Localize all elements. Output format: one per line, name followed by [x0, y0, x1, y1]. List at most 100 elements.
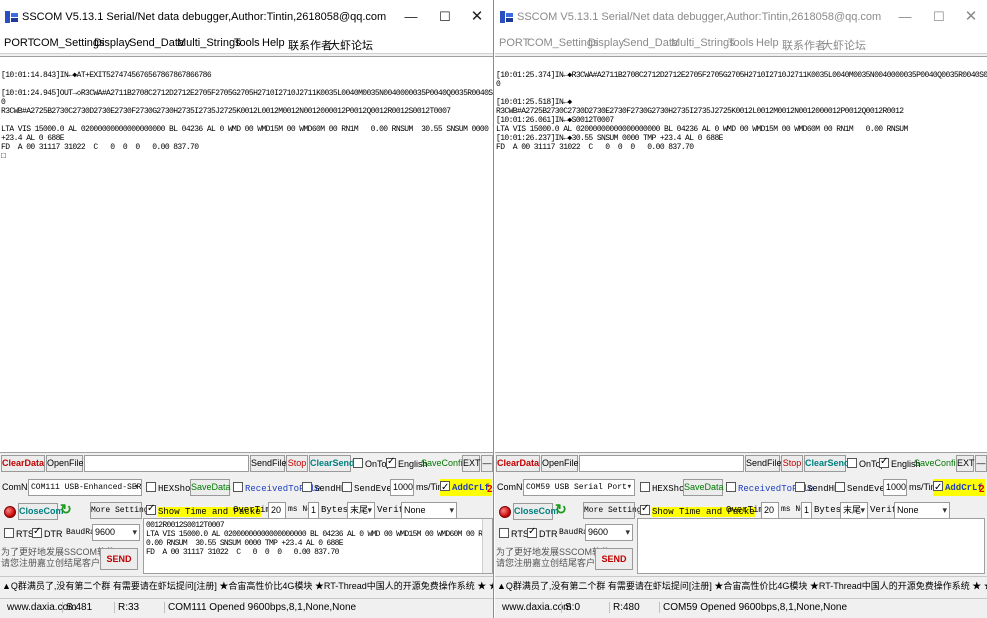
- collapse-button[interactable]: —: [975, 455, 987, 472]
- news-ticker[interactable]: ▲Q群满员了,没有第二个群 有需要请在虾坛提问[注册] ★合宙高性价比4G模块 …: [495, 576, 987, 594]
- open-file-button[interactable]: OpenFile: [541, 455, 579, 472]
- send-file-button[interactable]: SendFile: [250, 455, 287, 472]
- menu-port[interactable]: PORT: [499, 37, 529, 49]
- verify-select[interactable]: None: [894, 502, 950, 519]
- terminal-line: R3CWB#A2725B2730C2730D2730E2730F2730G273…: [1, 107, 451, 116]
- checkbox-checked-icon: [146, 503, 156, 515]
- menu-display[interactable]: Display: [588, 37, 624, 49]
- file-path-input[interactable]: [579, 455, 744, 472]
- send-text-line: 0.00 RNSUM 30.55 SNSUM 0000 TMP +23.4 AL…: [146, 539, 344, 548]
- title-bar[interactable]: SSCOM V5.13.1 Serial/Net data debugger,A…: [0, 0, 493, 34]
- add-crlf-checkbox[interactable]: AddCrLf: [440, 479, 492, 496]
- open-file-button[interactable]: OpenFile: [46, 455, 84, 472]
- send-button[interactable]: SEND: [595, 548, 633, 570]
- send-every-input[interactable]: 1000: [390, 479, 414, 496]
- status-bar: www.daxia.com S:0 R:480 COM59 Opened 960…: [495, 598, 987, 618]
- collapse-button[interactable]: —: [481, 455, 493, 472]
- com-port-select[interactable]: COM59 USB Serial Port: [523, 479, 635, 496]
- title-bar[interactable]: SSCOM V5.13.1 Serial/Net data debugger,A…: [495, 0, 987, 34]
- rts-checkbox[interactable]: RTS: [499, 528, 529, 539]
- rts-checkbox[interactable]: RTS: [4, 528, 34, 539]
- send-text-area[interactable]: 0012R0012S0012T0007 LTA VIS 15000.0 AL 0…: [143, 518, 493, 574]
- send-text-line: LTA VIS 15000.0 AL 02000000000000000000 …: [146, 530, 493, 539]
- receive-terminal[interactable]: [10:01:25.374]IN←◆R3CWA#A2711B2708C2712D…: [495, 56, 987, 453]
- menu-multi-strings[interactable]: Multi_Strings: [671, 37, 735, 49]
- close-icon[interactable]: ✕: [961, 8, 981, 26]
- com-port-select[interactable]: COM111 USB-Enhanced-SERIAL: [28, 479, 142, 496]
- stop-button[interactable]: Stop: [286, 455, 308, 472]
- clear-send-button[interactable]: ClearSend: [309, 455, 355, 472]
- ext-button[interactable]: EXT: [462, 455, 481, 472]
- hex-show-checkbox[interactable]: HEXShow: [146, 482, 196, 494]
- bytes-to-select[interactable]: 末尾: [347, 502, 375, 519]
- menu-send-data[interactable]: Send_Data: [623, 37, 678, 49]
- menu-bar: PORT COM_Settings Display Send_Data Mult…: [495, 34, 987, 54]
- receive-terminal[interactable]: [10:01:14.843]IN←◆AT+EXIT527474567656786…: [0, 56, 493, 453]
- more-settings-button[interactable]: More Settings: [90, 502, 153, 519]
- news-ticker[interactable]: ▲Q群满员了,没有第二个群 有需要请在虾坛提问[注册] ★合宙高性价比4G模块 …: [0, 576, 493, 594]
- baud-rate-select[interactable]: 9600: [585, 524, 633, 541]
- send-file-button[interactable]: SendFile: [745, 455, 782, 472]
- overtime-input[interactable]: 20: [268, 502, 286, 519]
- clear-data-button[interactable]: ClearData: [1, 455, 45, 472]
- save-config-button[interactable]: SaveConfig: [421, 458, 468, 468]
- clear-data-button[interactable]: ClearData: [496, 455, 540, 472]
- add-crlf-checkbox[interactable]: AddCrLf: [933, 479, 985, 496]
- menu-contact-author[interactable]: 联系作者: [782, 37, 826, 53]
- promo-line-1[interactable]: 为了更好地发展SSCOM软件: [1, 547, 115, 557]
- overtime-input[interactable]: 20: [761, 502, 779, 519]
- promo-line-2[interactable]: 请您注册嘉立创结尾客户: [496, 558, 595, 568]
- clear-send-button[interactable]: ClearSend: [804, 455, 850, 472]
- stop-button[interactable]: Stop: [781, 455, 803, 472]
- dtr-checkbox[interactable]: DTR: [527, 526, 558, 539]
- menu-help[interactable]: Help: [262, 37, 285, 49]
- status-received-count: R:480: [609, 602, 640, 613]
- more-settings-button[interactable]: More Settings: [583, 502, 646, 519]
- menu-forum[interactable]: 大虾论坛: [822, 37, 866, 53]
- send-scrollbar[interactable]: [482, 519, 492, 573]
- maximize-icon[interactable]: ☐: [435, 8, 455, 26]
- close-icon[interactable]: ✕: [467, 8, 487, 26]
- promo-line-1[interactable]: 为了更好地发展SSCOM软件: [496, 547, 610, 557]
- menu-display[interactable]: Display: [94, 37, 130, 49]
- send-text-area[interactable]: [637, 518, 985, 574]
- maximize-icon[interactable]: ☐: [929, 8, 949, 26]
- terminal-line: +23.4 AL 0 688E: [1, 134, 65, 143]
- bytes-to-select[interactable]: 末尾: [840, 502, 868, 519]
- refresh-icon[interactable]: ↻: [555, 501, 567, 518]
- promo-line-2[interactable]: 请您注册嘉立创结尾客户: [1, 558, 100, 568]
- close-com-button[interactable]: CloseCom: [513, 503, 559, 520]
- no-input[interactable]: 1: [801, 502, 812, 519]
- refresh-icon[interactable]: ↻: [60, 501, 72, 518]
- save-data-button[interactable]: SaveData: [190, 479, 231, 496]
- close-com-button[interactable]: CloseCom: [18, 503, 64, 520]
- verify-select[interactable]: None: [401, 502, 457, 519]
- baud-rate-select[interactable]: 9600: [92, 524, 140, 541]
- window-title: SSCOM V5.13.1 Serial/Net data debugger,A…: [517, 11, 882, 23]
- status-port-info: COM59 Opened 9600bps,8,1,None,None: [659, 602, 847, 613]
- checkbox-checked-icon: [933, 479, 943, 496]
- menu-forum[interactable]: 大虾论坛: [329, 37, 373, 53]
- menu-send-data[interactable]: Send_Data: [129, 37, 184, 49]
- menu-help[interactable]: Help: [756, 37, 779, 49]
- send-button[interactable]: SEND: [100, 548, 138, 570]
- menu-multi-strings[interactable]: Multi_Strings: [177, 37, 241, 49]
- app-icon: [500, 11, 513, 23]
- save-data-button[interactable]: SaveData: [683, 479, 724, 496]
- menu-tools[interactable]: Tools: [234, 37, 260, 49]
- status-bar: www.daxia.com S:481 R:33 COM111 Opened 9…: [0, 598, 493, 618]
- menu-port[interactable]: PORT: [4, 37, 34, 49]
- save-config-button[interactable]: SaveConfig: [914, 458, 961, 468]
- no-input[interactable]: 1: [308, 502, 319, 519]
- menu-tools[interactable]: Tools: [728, 37, 754, 49]
- menu-contact-author[interactable]: 联系作者: [288, 37, 332, 53]
- minimize-icon[interactable]: —: [401, 8, 421, 26]
- dtr-checkbox[interactable]: DTR: [32, 526, 63, 539]
- status-sent-count: S:481: [62, 602, 92, 613]
- minimize-icon[interactable]: —: [895, 8, 915, 26]
- terminal-line: [10:01:14.843]IN←◆AT+EXIT527474567656786…: [1, 71, 212, 80]
- ext-button[interactable]: EXT: [956, 455, 975, 472]
- send-every-input[interactable]: 1000: [883, 479, 907, 496]
- file-path-input[interactable]: [84, 455, 249, 472]
- status-port-info: COM111 Opened 9600bps,8,1,None,None: [164, 602, 356, 613]
